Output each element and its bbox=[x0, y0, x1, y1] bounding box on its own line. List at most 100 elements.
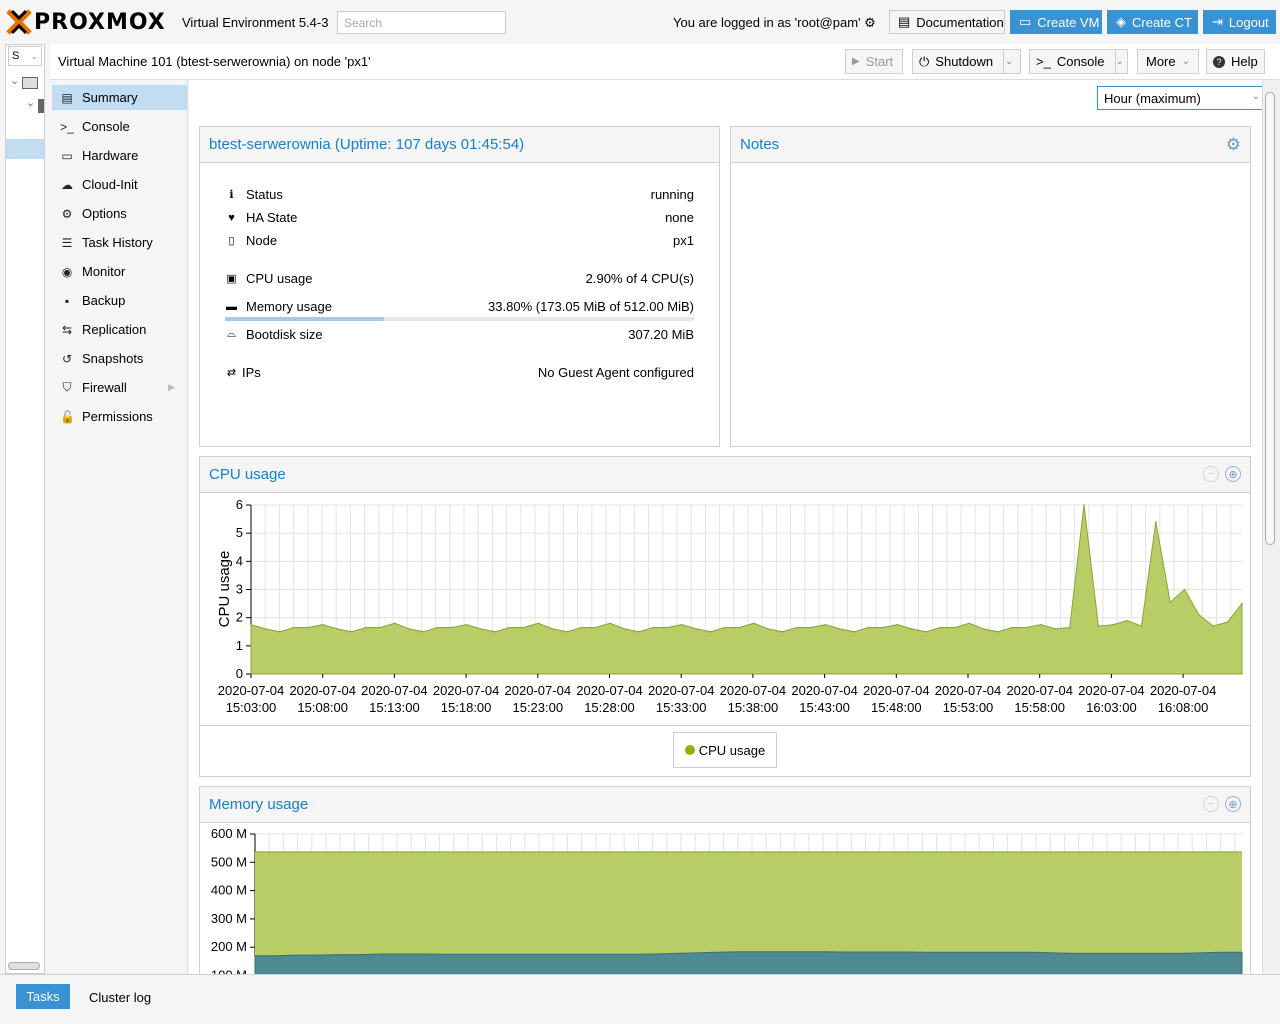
help-button[interactable]: ? Help bbox=[1206, 49, 1265, 74]
nav-item-label: Backup bbox=[82, 293, 126, 308]
history-icon: ↺ bbox=[61, 351, 73, 366]
status-value: running bbox=[650, 187, 694, 202]
start-button[interactable]: ▶ Start bbox=[845, 49, 903, 74]
cpu-data-point bbox=[652, 626, 654, 629]
cpu-panel-title: CPU usage bbox=[209, 466, 286, 483]
nav-item-console[interactable]: >_ Console bbox=[52, 114, 187, 139]
main-scrollbar-thumb[interactable] bbox=[1265, 92, 1275, 545]
ha-state-label: HA State bbox=[246, 210, 298, 225]
x-tick-label: 2020-07-04 bbox=[791, 683, 858, 698]
resource-tree[interactable] bbox=[5, 44, 45, 974]
logged-in-label[interactable]: You are logged in as 'root@pam' ⚙ bbox=[673, 15, 876, 31]
cpu-data-point bbox=[1226, 621, 1229, 623]
nav-item-options[interactable]: ⚙ Options bbox=[52, 201, 187, 226]
nav-item-cloud-init[interactable]: ☁ Cloud-Init bbox=[52, 172, 187, 197]
documentation-button[interactable]: ▤ Documentation bbox=[889, 10, 1005, 34]
chevron-down-icon[interactable]: ⌄ bbox=[1114, 50, 1124, 73]
search-input[interactable] bbox=[337, 11, 506, 34]
x-tick-label: 15:43:00 bbox=[799, 700, 850, 715]
cpu-data-point bbox=[566, 631, 568, 633]
nav-item-label: Hardware bbox=[82, 148, 139, 163]
cube-icon: ◈ bbox=[1116, 14, 1126, 29]
tree-scrollbar[interactable] bbox=[8, 962, 40, 970]
question-icon: ? bbox=[1213, 55, 1225, 68]
logout-button[interactable]: ⇥ Logout bbox=[1203, 10, 1276, 34]
create-vm-button[interactable]: ▭ Create VM bbox=[1010, 10, 1102, 34]
create-ct-button[interactable]: ◈ Create CT bbox=[1107, 10, 1198, 34]
nav-item-replication[interactable]: ⇆ Replication bbox=[52, 317, 187, 342]
cpu-data-point bbox=[422, 631, 425, 633]
nav-item-label: Firewall bbox=[82, 380, 127, 395]
cpu-data-point bbox=[1183, 588, 1186, 591]
zoom-in-icon[interactable]: ⊕ bbox=[1225, 796, 1241, 812]
cpu-data-point bbox=[336, 628, 338, 630]
cpu-data-point bbox=[724, 626, 726, 629]
cpu-data-point bbox=[796, 626, 798, 629]
server-icon[interactable] bbox=[38, 99, 44, 113]
list-icon: ☰ bbox=[61, 235, 73, 250]
cpu-legend[interactable]: CPU usage bbox=[673, 732, 777, 768]
cpu-panel-header: CPU usage − ⊕ bbox=[200, 457, 1250, 493]
nav-item-label: Options bbox=[82, 206, 127, 221]
cpu-data-point bbox=[1111, 623, 1114, 626]
cpu-data-point bbox=[1198, 614, 1200, 616]
node-label: Node bbox=[246, 233, 278, 248]
info-icon: ℹ bbox=[229, 189, 234, 201]
more-button[interactable]: More ⌄ bbox=[1137, 49, 1199, 74]
cpu-data-point bbox=[1068, 626, 1071, 629]
cpu-data-point bbox=[1054, 628, 1057, 630]
cpu-data-point bbox=[853, 631, 855, 633]
cpu-data-point bbox=[451, 626, 453, 629]
x-tick-label: 16:03:00 bbox=[1086, 700, 1137, 715]
console-label: Console bbox=[1056, 54, 1105, 69]
unlock-icon: 🔓 bbox=[60, 409, 75, 424]
nav-item-snapshots[interactable]: ↺ Snapshots bbox=[52, 346, 187, 371]
timeframe-select[interactable]: Hour (maximum) ⌄ bbox=[1097, 86, 1267, 110]
notes-panel: Notes ⚙ bbox=[730, 126, 1251, 447]
cpu-data-point bbox=[968, 622, 970, 625]
tree-expand-icon[interactable]: ⌄ bbox=[10, 74, 19, 87]
y-tick-label: 300 M bbox=[211, 911, 247, 926]
nav-item-backup[interactable]: ▪ Backup bbox=[52, 288, 187, 313]
chevron-down-icon[interactable]: ⌄ bbox=[1003, 50, 1014, 73]
gear-icon[interactable]: ⚙ bbox=[1226, 136, 1241, 153]
x-tick-label: 16:08:00 bbox=[1158, 700, 1209, 715]
nav-item-permissions[interactable]: 🔓 Permissions bbox=[52, 404, 187, 429]
cpu-data-point bbox=[436, 626, 439, 629]
proxmox-x-icon bbox=[6, 9, 32, 35]
zoom-reset-icon[interactable]: − bbox=[1203, 796, 1219, 812]
tab-tasks[interactable]: Tasks bbox=[16, 984, 70, 1009]
x-tick-label: 2020-07-04 bbox=[576, 683, 643, 698]
node-expand-icon[interactable]: ⌄ bbox=[26, 96, 35, 109]
ips-label: IPs bbox=[242, 365, 261, 380]
cpu-usage-chart: 0 1 2 3 4 5 6 2020-07-04 15:03:00 2020-07-04 15:08… bbox=[216, 497, 1243, 715]
gear-icon: ⚙ bbox=[61, 206, 73, 221]
desktop-icon: ▭ bbox=[61, 148, 73, 163]
gear-icon[interactable]: ⚙ bbox=[864, 15, 876, 30]
view-select[interactable]: S ⌄ bbox=[8, 46, 42, 66]
cpu-data-point bbox=[365, 626, 367, 629]
y-axis-label: CPU usage bbox=[216, 551, 233, 628]
nav-item-summary[interactable]: ▤ Summary bbox=[52, 85, 187, 110]
zoom-in-icon[interactable]: ⊕ bbox=[1225, 466, 1241, 482]
nav-item-firewall[interactable]: ⛉ Firewall ▶ bbox=[52, 375, 187, 400]
datacenter-icon[interactable] bbox=[22, 77, 38, 89]
sign-out-icon: ⇥ bbox=[1212, 14, 1223, 29]
cpu-data-point bbox=[537, 622, 539, 625]
x-tick-label: 2020-07-04 bbox=[720, 683, 787, 698]
cpu-usage-value: 2.90% of 4 CPU(s) bbox=[585, 271, 694, 286]
nav-item-task-history[interactable]: ☰ Task History bbox=[52, 230, 187, 255]
console-button[interactable]: >_ Console ⌄ bbox=[1029, 49, 1128, 74]
tab-cluster-log[interactable]: Cluster log bbox=[89, 990, 151, 1005]
logo-text: PROXMOX bbox=[34, 9, 166, 35]
zoom-reset-icon[interactable]: − bbox=[1203, 466, 1219, 482]
shutdown-button[interactable]: ⏻ Shutdown ⌄ bbox=[912, 49, 1021, 74]
x-tick-label: 15:03:00 bbox=[226, 700, 277, 715]
tree-item-selected-vm[interactable] bbox=[6, 139, 44, 159]
nav-item-monitor[interactable]: ◉ Monitor bbox=[52, 259, 187, 284]
timeframe-value: Hour (maximum) bbox=[1104, 91, 1201, 106]
y-tick-label: 6 bbox=[236, 497, 243, 512]
nav-item-hardware[interactable]: ▭ Hardware bbox=[52, 143, 187, 168]
cloud-icon: ☁ bbox=[61, 177, 73, 192]
x-tick-label: 15:48:00 bbox=[871, 700, 922, 715]
